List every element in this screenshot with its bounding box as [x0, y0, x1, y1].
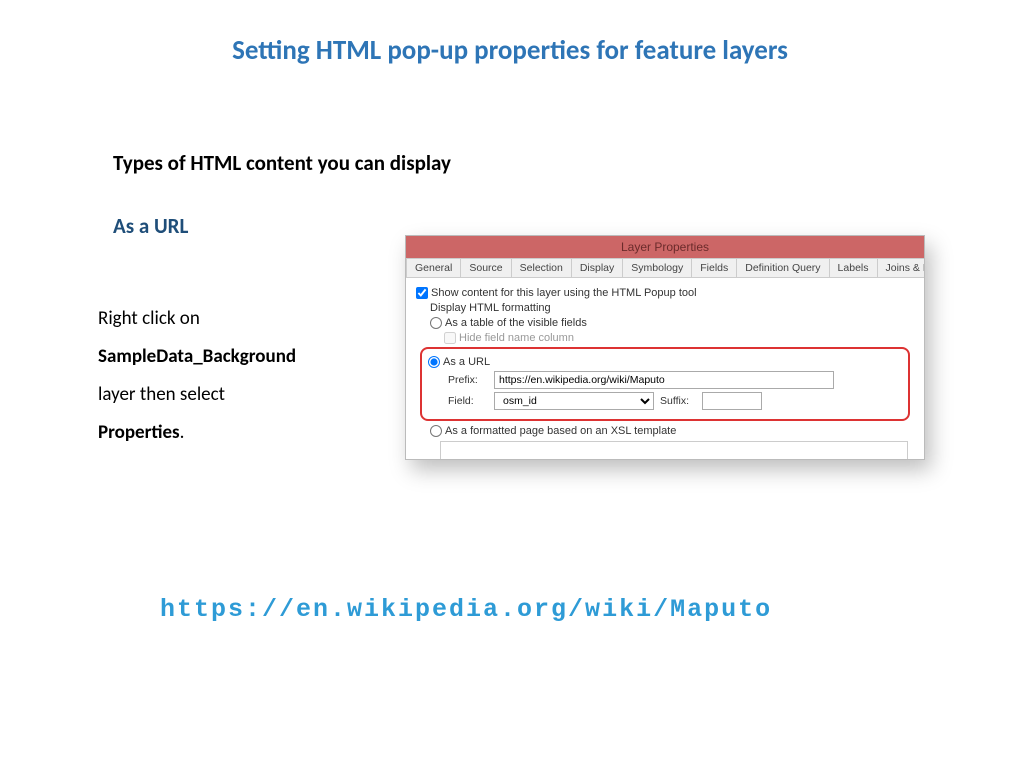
option-xsl-row: As a formatted page based on an XSL temp… — [430, 425, 914, 437]
display-heading: Display HTML formatting — [430, 302, 914, 314]
option-url-label: As a URL — [443, 356, 490, 368]
section-label: As a URL — [113, 213, 188, 239]
option-xsl-label: As a formatted page based on an XSL temp… — [445, 425, 676, 437]
show-content-checkbox[interactable] — [416, 287, 428, 299]
instr-period: . — [180, 421, 185, 444]
hide-column-checkbox[interactable] — [444, 332, 456, 344]
url-highlight-box: As a URL Prefix: Field: osm_id Suffix: — [420, 347, 910, 421]
option-table-row: As a table of the visible fields — [430, 317, 914, 329]
tab-source[interactable]: Source — [460, 258, 511, 277]
suffix-input[interactable] — [702, 392, 762, 410]
field-select[interactable]: osm_id — [494, 392, 654, 410]
prefix-label: Prefix: — [448, 374, 488, 386]
option-table-radio[interactable] — [430, 317, 442, 329]
tab-display[interactable]: Display — [571, 258, 623, 277]
field-label: Field: — [448, 395, 488, 407]
tab-general[interactable]: General — [406, 258, 461, 277]
show-content-label: Show content for this layer using the HT… — [431, 287, 697, 299]
prefix-row: Prefix: — [448, 371, 902, 389]
instr-line1: Right click on — [98, 307, 200, 330]
option-xsl-radio[interactable] — [430, 425, 442, 437]
hide-column-row: Hide field name column — [444, 332, 914, 344]
dialog-body: Show content for this layer using the HT… — [406, 278, 924, 460]
layer-properties-dialog: Layer Properties General Source Selectio… — [405, 235, 925, 460]
instructions-block: Right click on SampleData_Background lay… — [98, 300, 388, 452]
dialog-title: Layer Properties — [406, 236, 924, 258]
tab-fields[interactable]: Fields — [691, 258, 737, 277]
page-title: Setting HTML pop-up properties for featu… — [200, 34, 820, 68]
instr-line2: layer then select — [98, 383, 225, 406]
prefix-input[interactable] — [494, 371, 834, 389]
tab-symbology[interactable]: Symbology — [622, 258, 692, 277]
tab-selection[interactable]: Selection — [511, 258, 572, 277]
option-url-radio[interactable] — [428, 356, 440, 368]
tab-joins-relates[interactable]: Joins & Relates — [877, 258, 926, 277]
tab-definition-query[interactable]: Definition Query — [736, 258, 829, 277]
hide-column-label: Hide field name column — [459, 332, 574, 344]
option-url-row: As a URL — [428, 356, 902, 368]
example-url: https://en.wikipedia.org/wiki/Maputo — [160, 595, 772, 624]
show-content-row: Show content for this layer using the HT… — [416, 287, 914, 299]
instr-layer-name: SampleData_Background — [98, 345, 296, 368]
tab-labels[interactable]: Labels — [829, 258, 878, 277]
instr-properties: Properties — [98, 421, 180, 444]
xsl-template-box — [440, 441, 908, 460]
dialog-tabs: General Source Selection Display Symbolo… — [406, 258, 924, 278]
option-table-label: As a table of the visible fields — [445, 317, 587, 329]
field-row: Field: osm_id Suffix: — [448, 392, 902, 410]
suffix-label: Suffix: — [660, 395, 696, 407]
subheading: Types of HTML content you can display — [113, 150, 451, 176]
